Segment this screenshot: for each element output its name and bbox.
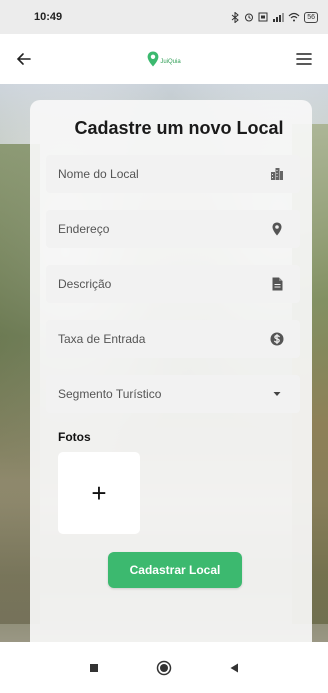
register-place-button[interactable]: Cadastrar Local bbox=[108, 552, 242, 588]
system-nav-bar bbox=[0, 642, 328, 693]
recent-apps-button[interactable] bbox=[85, 659, 103, 677]
add-photo-button[interactable]: + bbox=[58, 452, 140, 534]
back-button[interactable] bbox=[12, 47, 36, 71]
plus-icon: + bbox=[91, 477, 107, 508]
dropdown-arrow-icon bbox=[270, 387, 284, 401]
document-icon bbox=[270, 277, 284, 291]
home-button[interactable] bbox=[155, 659, 173, 677]
form-title: Cadastre um novo Local bbox=[74, 118, 284, 138]
register-form-card: Cadastre um novo Local Nome do Local End… bbox=[30, 100, 312, 642]
place-name-label: Nome do Local bbox=[58, 167, 139, 181]
logo-text: JuiQuia bbox=[160, 59, 181, 65]
entry-fee-field[interactable]: Taxa de Entrada bbox=[46, 320, 300, 358]
square-icon bbox=[90, 663, 98, 672]
hamburger-menu-icon bbox=[296, 53, 312, 65]
map-pin-logo-icon bbox=[147, 51, 159, 67]
wifi-icon bbox=[288, 12, 300, 22]
entry-fee-label: Taxa de Entrada bbox=[58, 332, 146, 346]
tourism-segment-select[interactable]: Segmento Turístico bbox=[46, 375, 300, 413]
menu-button[interactable] bbox=[292, 47, 316, 71]
back-nav-button[interactable] bbox=[225, 659, 243, 677]
sim-icon bbox=[258, 12, 268, 22]
address-field[interactable]: Endereço bbox=[46, 210, 300, 248]
description-field[interactable]: Descrição bbox=[46, 265, 300, 303]
signal-icon bbox=[273, 13, 285, 22]
status-time: 10:49 bbox=[34, 11, 63, 23]
description-label: Descrição bbox=[58, 277, 112, 291]
tourism-segment-label: Segmento Turístico bbox=[58, 387, 162, 401]
battery-icon: 56 bbox=[304, 11, 318, 23]
location-pin-icon bbox=[270, 222, 284, 236]
app-bar: JuiQuia bbox=[0, 34, 328, 84]
alarm-icon bbox=[245, 13, 254, 22]
place-name-field[interactable]: Nome do Local bbox=[46, 155, 300, 193]
circle-icon bbox=[156, 660, 172, 675]
triangle-back-icon bbox=[230, 663, 238, 672]
dollar-coin-icon bbox=[270, 332, 284, 346]
building-icon bbox=[270, 167, 284, 181]
app-logo: JuiQuia bbox=[147, 51, 181, 67]
arrow-left-icon bbox=[16, 53, 31, 65]
status-icons: 56 bbox=[231, 11, 318, 23]
photos-label: Fotos bbox=[58, 430, 91, 444]
status-bar: 10:49 56 bbox=[0, 0, 328, 34]
bluetooth-icon bbox=[231, 11, 239, 23]
address-label: Endereço bbox=[58, 222, 110, 236]
